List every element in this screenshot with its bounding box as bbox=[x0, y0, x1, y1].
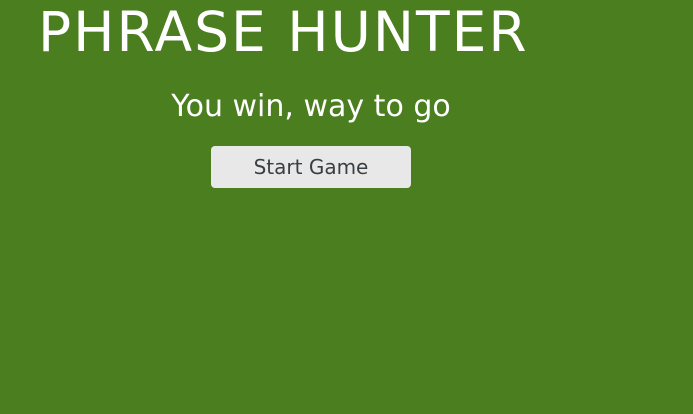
game-over-message: You win, way to go bbox=[171, 89, 451, 124]
game-title: PHRASE HUNTER bbox=[38, 0, 529, 64]
start-game-button[interactable]: Start Game bbox=[211, 146, 411, 188]
game-overlay: PHRASE HUNTER You win, way to go Start G… bbox=[0, 0, 693, 414]
